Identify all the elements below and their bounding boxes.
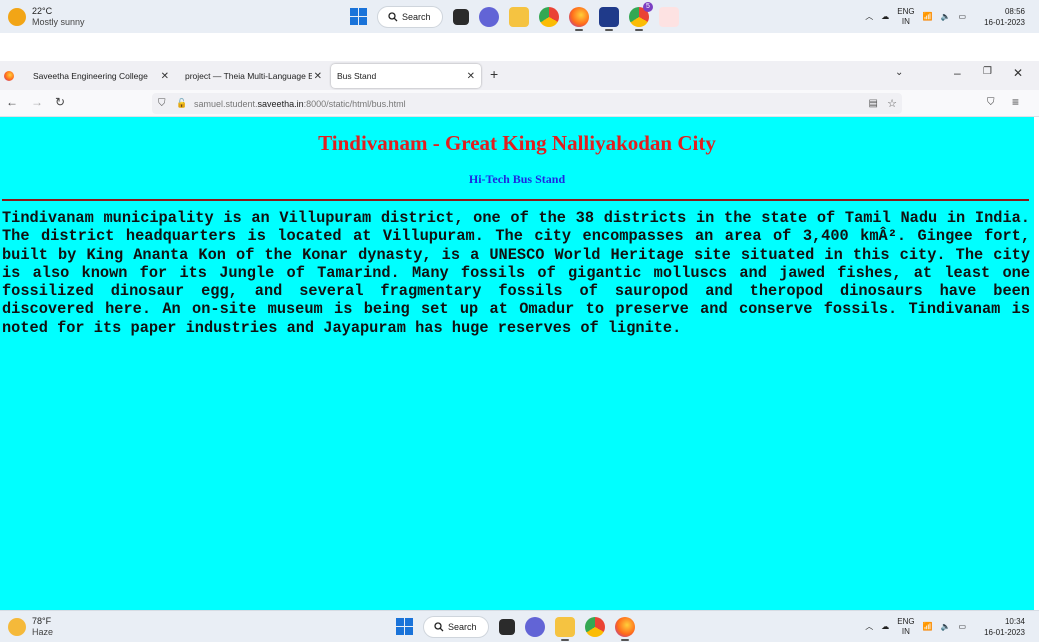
shield-icon[interactable]: ⛉ — [158, 98, 166, 109]
search-label: Search — [402, 11, 431, 22]
chevron-up-icon[interactable]: ︿ — [865, 621, 873, 632]
battery-icon[interactable]: ▭ — [959, 622, 967, 631]
page-content: Tindivanam - Great King Nalliyakodan Cit… — [0, 117, 1034, 610]
clock[interactable]: 10:34 16-01-2023 — [984, 616, 1025, 638]
minimize-icon[interactable]: – — [954, 66, 961, 80]
url-bar[interactable]: ⛉ 🔓 samuel.student.saveetha.in:8000/stat… — [152, 93, 902, 114]
teams-icon[interactable] — [479, 6, 499, 27]
tab-label: Saveetha Engineering College — [33, 71, 148, 81]
battery-icon[interactable]: ▭ — [959, 12, 967, 21]
cloud-icon[interactable]: ☁ — [881, 622, 889, 631]
taskbar-search-button[interactable]: Search — [377, 5, 443, 28]
insecure-lock-icon[interactable]: 🔓 — [176, 98, 187, 109]
notification-badge: 5 — [643, 1, 653, 12]
haze-weather-icon — [8, 617, 26, 636]
weather-desc: Haze — [32, 626, 54, 637]
tab-saveetha[interactable]: Saveetha Engineering College ✕ — [0, 64, 175, 88]
url-domain: saveetha.in — [257, 98, 304, 109]
teams-icon[interactable] — [525, 616, 545, 637]
lang-line-1: ENG — [897, 616, 915, 626]
wifi-icon[interactable]: 📶 — [923, 12, 933, 21]
task-view-icon[interactable] — [499, 618, 515, 635]
hamburger-menu-icon[interactable]: ≡ — [1012, 95, 1019, 109]
chrome-profile-icon[interactable]: 5 — [629, 1, 653, 31]
bottom-taskbar: 78°F Haze Search ︿ ☁ ENG IN 📶 🔈 ▭ 10:34 … — [0, 610, 1039, 642]
task-view-icon[interactable] — [453, 8, 469, 25]
tab-bus-stand[interactable]: Bus Stand ✕ — [331, 64, 481, 88]
search-icon — [388, 11, 398, 21]
bookmark-star-icon[interactable]: ☆ — [887, 97, 897, 110]
window-close-icon[interactable]: ✕ — [1013, 66, 1023, 80]
reload-icon[interactable]: ↻ — [55, 95, 65, 109]
url-prefix: samuel.student. — [194, 98, 258, 109]
python-app-icon[interactable] — [659, 6, 679, 27]
scrollbar-track[interactable] — [1034, 117, 1039, 610]
cloud-icon[interactable]: ☁ — [881, 12, 889, 21]
tab-label: Bus Stand — [337, 71, 377, 81]
file-explorer-icon[interactable] — [509, 6, 529, 27]
horizontal-rule — [2, 199, 1029, 201]
top-taskbar: 22°C Mostly sunny Search 5 ︿ ☁ ENG IN 📶 … — [0, 0, 1039, 33]
new-tab-plus-icon[interactable]: + — [490, 66, 498, 82]
chrome-icon[interactable] — [585, 616, 605, 637]
firefox-icon[interactable] — [569, 6, 589, 31]
close-icon[interactable]: ✕ — [467, 71, 475, 82]
weather-widget[interactable]: 78°F Haze — [8, 616, 53, 638]
close-icon[interactable]: ✕ — [161, 71, 169, 82]
blank-strip — [0, 33, 1039, 61]
clock-date: 16-01-2023 — [984, 627, 1025, 637]
browser-nav-bar: ← → ↻ ⛉ 🔓 samuel.student.saveetha.in:800… — [0, 90, 1039, 117]
chevron-down-icon[interactable]: ⌄ — [895, 67, 903, 78]
volume-icon[interactable]: 🔈 — [941, 622, 951, 631]
chrome-icon[interactable] — [539, 6, 559, 27]
language-indicator[interactable]: ENG IN — [897, 617, 914, 637]
reader-view-icon[interactable]: ▤ — [869, 98, 878, 109]
forward-arrow-icon[interactable]: → — [31, 95, 43, 109]
weather-temp: 22°C — [32, 5, 53, 16]
weather-desc: Mostly sunny — [32, 16, 85, 27]
tab-theia-project[interactable]: project — Theia Multi-Language Ex ✕ — [180, 64, 328, 88]
weather-temp: 78°F — [32, 615, 52, 626]
windows-start-icon[interactable] — [396, 618, 413, 635]
vscode-app-icon[interactable] — [599, 6, 619, 31]
clock-date: 16-01-2023 — [984, 17, 1025, 27]
search-icon — [434, 621, 444, 631]
body-paragraph: Tindivanam municipality is an Villupuram… — [2, 209, 1030, 337]
pocket-icon[interactable]: ⛉ — [987, 97, 995, 108]
lang-line-1: ENG — [897, 6, 915, 16]
language-indicator[interactable]: ENG IN — [897, 7, 914, 27]
url-text[interactable]: samuel.student.saveetha.in:8000/static/h… — [194, 99, 406, 109]
volume-icon[interactable]: 🔈 — [941, 12, 951, 21]
sunny-weather-icon — [8, 7, 26, 26]
firefox-tab-icon — [4, 71, 14, 81]
search-label: Search — [448, 621, 477, 632]
clock[interactable]: 08:56 16-01-2023 — [984, 6, 1025, 28]
clock-time: 08:56 — [1004, 6, 1025, 16]
back-arrow-icon[interactable]: ← — [6, 95, 18, 109]
taskbar-search-button[interactable]: Search — [423, 615, 489, 638]
windows-start-icon[interactable] — [350, 8, 367, 25]
page-title: Tindivanam - Great King Nalliyakodan Cit… — [318, 131, 716, 155]
weather-widget[interactable]: 22°C Mostly sunny — [8, 6, 85, 28]
tab-label: project — Theia Multi-Language Ex — [185, 71, 319, 81]
url-suffix: :8000/static/html/bus.html — [303, 98, 406, 109]
page-subtitle: Hi-Tech Bus Stand — [468, 172, 566, 186]
restore-icon[interactable]: ❐ — [983, 66, 992, 77]
chevron-up-icon[interactable]: ︿ — [865, 11, 873, 22]
lang-line-2: IN — [901, 16, 910, 26]
firefox-icon[interactable] — [615, 616, 635, 641]
wifi-icon[interactable]: 📶 — [923, 622, 933, 631]
close-icon[interactable]: ✕ — [311, 70, 322, 82]
lang-line-2: IN — [901, 626, 910, 636]
browser-tab-bar: Saveetha Engineering College ✕ project —… — [0, 61, 1039, 90]
clock-time: 10:34 — [1004, 616, 1025, 626]
file-explorer-icon[interactable] — [555, 616, 575, 641]
